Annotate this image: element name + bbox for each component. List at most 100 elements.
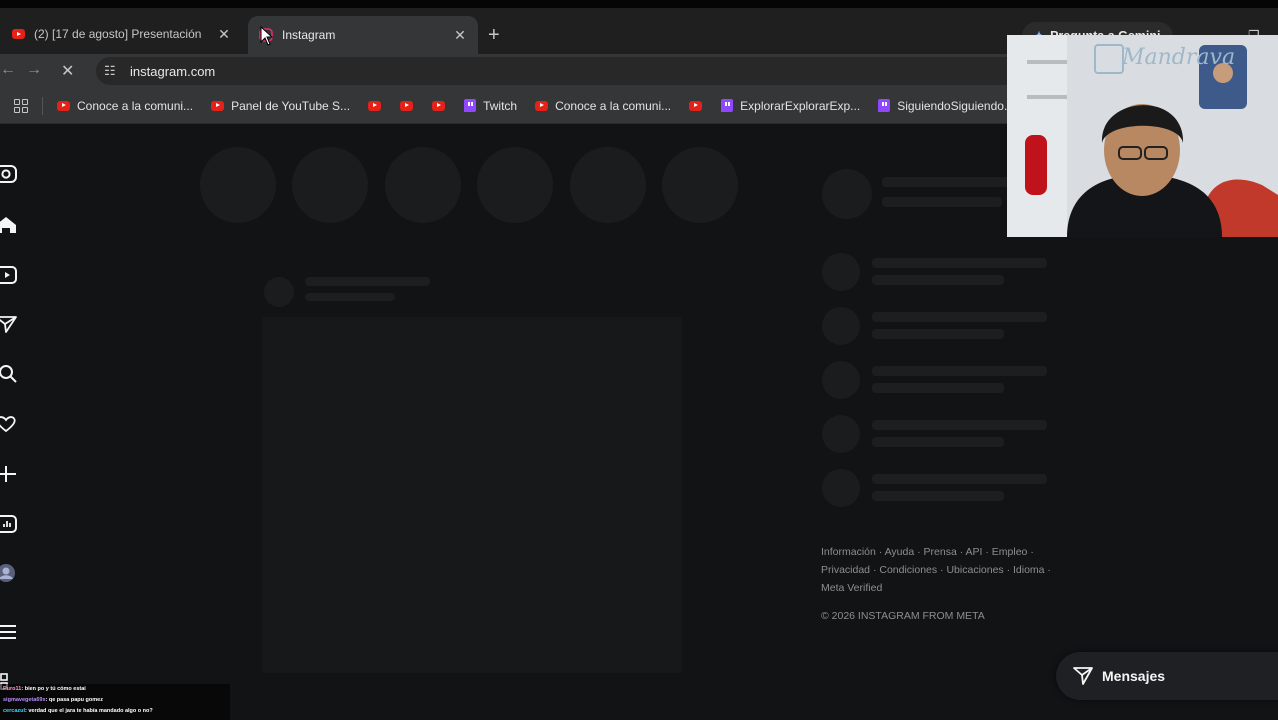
bookmark-divider bbox=[42, 96, 43, 115]
footer-links: Información · Ayuda · Prensa · API · Emp… bbox=[821, 543, 1061, 597]
profile-avatar-icon[interactable] bbox=[0, 563, 20, 583]
chat-message: sigmavegeta69x: qe pasa papu gomez bbox=[3, 695, 230, 706]
suggestion-line-placeholder bbox=[872, 275, 1004, 285]
youtube-icon bbox=[535, 100, 549, 111]
youtube-icon bbox=[10, 26, 26, 42]
new-tab-icon[interactable]: + bbox=[488, 25, 500, 45]
footer-line[interactable]: Información · Ayuda · Prensa · API · Emp… bbox=[821, 543, 1061, 561]
tab-youtube[interactable]: (2) [17 de agosto] Presentación ✕ bbox=[0, 14, 242, 54]
close-tab-icon[interactable]: ✕ bbox=[452, 27, 468, 44]
story-placeholder bbox=[477, 147, 553, 223]
suggestion-line-placeholder bbox=[872, 312, 1047, 322]
story-placeholder bbox=[570, 147, 646, 223]
footer-line[interactable]: Meta Verified bbox=[821, 579, 1061, 597]
apps-grid-icon[interactable] bbox=[14, 98, 28, 113]
chat-user: cercazul bbox=[3, 708, 26, 714]
post-meta-placeholder bbox=[305, 293, 395, 301]
bookmark-label: Conoce a la comuni... bbox=[77, 98, 194, 113]
youtube-icon bbox=[368, 100, 382, 111]
suggestion-line-placeholder bbox=[872, 383, 1004, 393]
bookmark-label: Twitch bbox=[483, 98, 518, 113]
bookmark-item[interactable]: Conoce a la comuni... bbox=[535, 99, 671, 113]
tab-title: (2) [17 de agosto] Presentación bbox=[34, 27, 202, 41]
site-info-icon[interactable]: ☷ bbox=[104, 63, 120, 79]
suggestion-line-placeholder bbox=[872, 366, 1047, 376]
twitch-icon bbox=[721, 99, 734, 112]
suggestion-line-placeholder bbox=[872, 437, 1004, 447]
suggestion-avatar-placeholder bbox=[822, 469, 860, 507]
story-placeholder bbox=[385, 147, 461, 223]
messages-label: Mensajes bbox=[1102, 668, 1166, 684]
suggestion-line-placeholder bbox=[872, 258, 1047, 268]
webcam-brand-text: Mandrava bbox=[1122, 45, 1236, 70]
more-menu-icon[interactable] bbox=[0, 623, 18, 641]
footer-line[interactable]: Privacidad · Condiciones · Ubicaciones ·… bbox=[821, 561, 1061, 579]
story-placeholder bbox=[292, 147, 368, 223]
chat-user: sigmavegeta69x bbox=[3, 697, 46, 703]
bookmark-label: Conoce a la comuni... bbox=[555, 98, 672, 113]
notifications-heart-icon[interactable] bbox=[0, 415, 18, 433]
mouse-cursor-icon bbox=[260, 26, 274, 46]
webcam-overlay: Mandrava bbox=[1007, 35, 1278, 237]
suggestion-line-placeholder bbox=[872, 474, 1047, 484]
account-avatar-placeholder bbox=[822, 169, 872, 219]
suggestion-line-placeholder bbox=[872, 329, 1004, 339]
suggestion-avatar-placeholder bbox=[822, 307, 860, 345]
post-author-placeholder bbox=[305, 277, 430, 286]
chat-message: cercazul: verdad que el jara te había ma… bbox=[3, 706, 230, 717]
stream-chat-overlay: Puro11: bien po y tú cómo estai sigmaveg… bbox=[0, 684, 230, 720]
suggestion-avatar-placeholder bbox=[822, 253, 860, 291]
address-text: instagram.com bbox=[130, 63, 216, 79]
bookmark-item[interactable]: Panel de YouTube S... bbox=[211, 99, 350, 113]
bookmark-item[interactable]: Conoce a la comuni... bbox=[57, 99, 193, 113]
direct-messages-icon bbox=[1073, 667, 1093, 685]
bookmark-item[interactable]: ExplorarExplorarExp... bbox=[721, 99, 860, 113]
bookmark-item[interactable] bbox=[689, 100, 709, 111]
direct-messages-icon[interactable] bbox=[0, 315, 18, 333]
bookmark-label: Panel de YouTube S... bbox=[231, 98, 351, 113]
home-icon[interactable] bbox=[0, 216, 18, 234]
chat-user: Puro11 bbox=[3, 686, 22, 692]
close-tab-icon[interactable]: ✕ bbox=[216, 26, 232, 43]
address-bar[interactable]: ☷ instagram.com bbox=[96, 57, 1096, 85]
youtube-icon bbox=[57, 100, 70, 111]
bookmark-item[interactable]: SiguiendoSiguiendo... bbox=[878, 99, 1014, 113]
tab-title: Instagram bbox=[282, 28, 336, 42]
account-sub-placeholder bbox=[882, 197, 1002, 207]
suggestion-avatar-placeholder bbox=[822, 361, 860, 399]
chat-text: : bien po y tú cómo estai bbox=[21, 686, 86, 692]
back-icon[interactable]: ← bbox=[0, 61, 16, 79]
youtube-icon bbox=[689, 100, 703, 111]
copyright: © 2026 INSTAGRAM FROM META bbox=[821, 610, 985, 622]
post-avatar-placeholder bbox=[264, 277, 294, 307]
story-placeholder bbox=[200, 147, 276, 223]
chat-text: : verdad que el jara te había mandado al… bbox=[25, 708, 153, 714]
messages-button[interactable]: Mensajes bbox=[1056, 652, 1278, 700]
youtube-icon bbox=[400, 100, 414, 111]
post-media-placeholder bbox=[262, 317, 682, 673]
youtube-icon bbox=[211, 100, 225, 111]
chat-message: Puro11: bien po y tú cómo estai bbox=[3, 684, 230, 695]
twitch-icon bbox=[464, 99, 477, 112]
bookmark-label: SiguiendoSiguiendo... bbox=[897, 98, 1014, 113]
bookmark-label: ExplorarExplorarExp... bbox=[740, 98, 861, 113]
suggestion-avatar-placeholder bbox=[822, 415, 860, 453]
youtube-icon bbox=[432, 100, 446, 111]
bookmark-item[interactable] bbox=[432, 100, 452, 111]
bookmark-item[interactable] bbox=[368, 100, 388, 111]
reels-icon[interactable] bbox=[0, 266, 18, 284]
stop-loading-icon[interactable]: ✕ bbox=[61, 61, 74, 81]
suggestion-line-placeholder bbox=[872, 491, 1004, 501]
bookmark-item[interactable] bbox=[400, 100, 420, 111]
suggestion-line-placeholder bbox=[872, 420, 1047, 430]
screen: (2) [17 de agosto] Presentación ✕ Instag… bbox=[0, 0, 1278, 720]
bookmark-item[interactable]: Twitch bbox=[464, 99, 517, 113]
instagram-logo-icon[interactable] bbox=[0, 165, 18, 183]
tab-instagram[interactable]: Instagram ✕ bbox=[248, 16, 478, 54]
dashboard-icon[interactable] bbox=[0, 515, 18, 533]
forward-icon[interactable]: → bbox=[26, 61, 42, 79]
create-plus-icon[interactable] bbox=[0, 465, 18, 483]
search-icon[interactable] bbox=[0, 365, 18, 383]
chat-text: : qe pasa papu gomez bbox=[45, 697, 103, 703]
twitch-icon bbox=[878, 99, 891, 112]
